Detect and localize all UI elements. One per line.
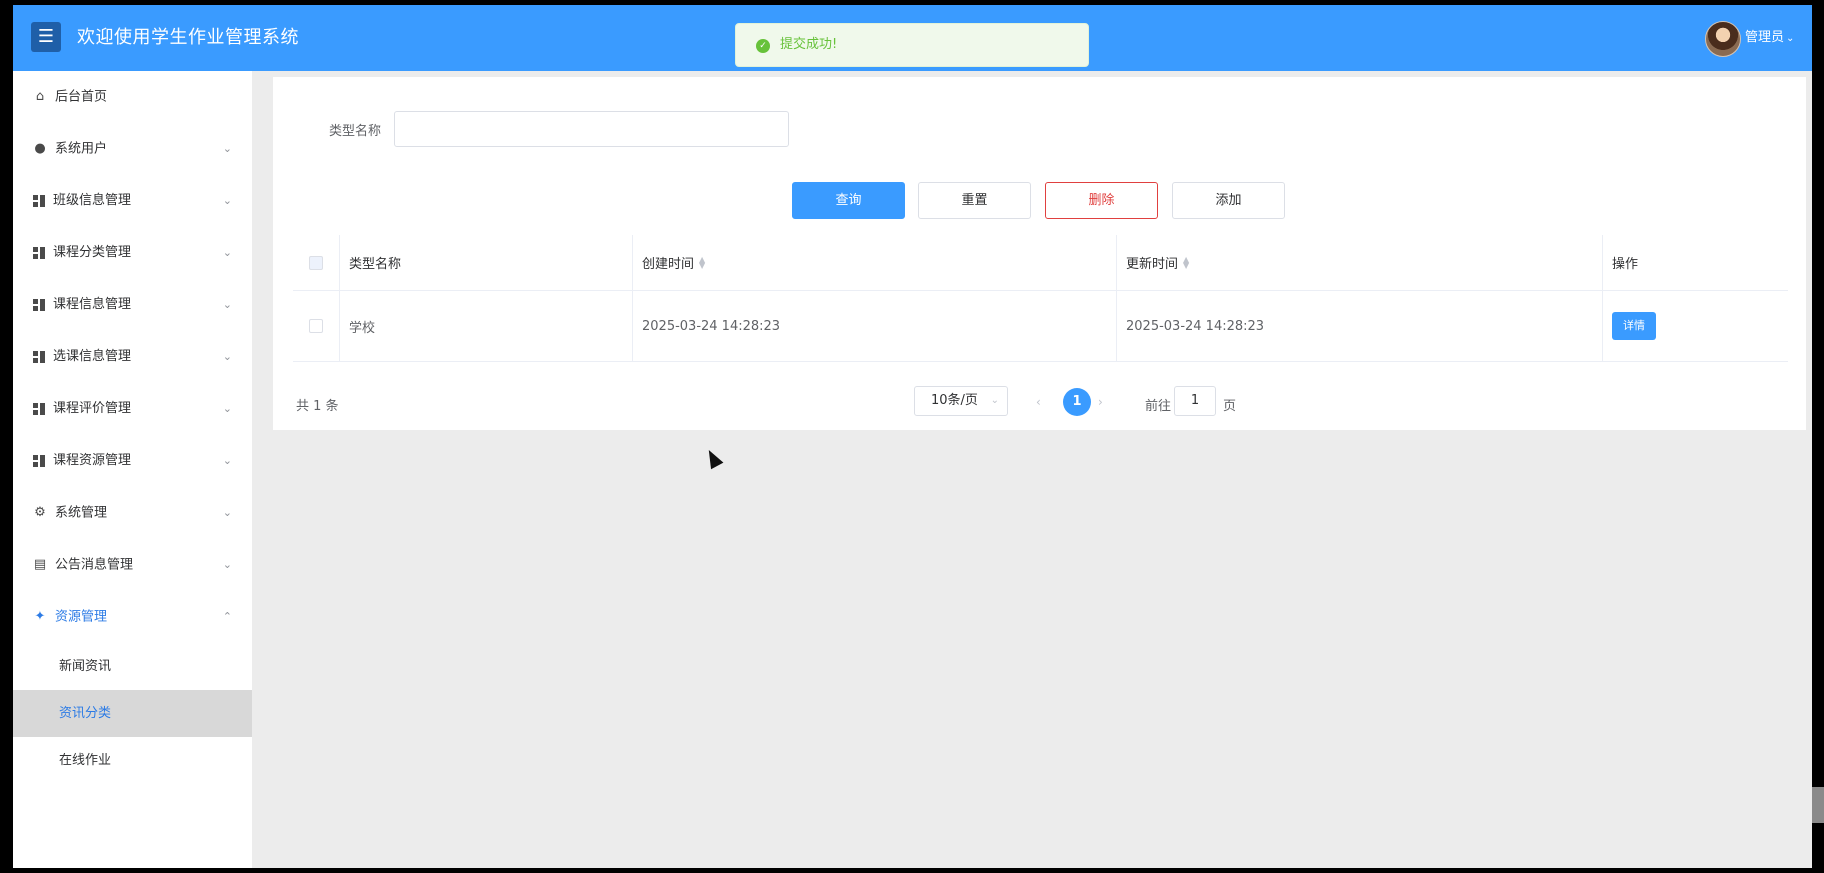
column-header-name: 类型名称 xyxy=(340,235,633,290)
compass-icon: ✦ xyxy=(34,609,46,624)
sidebar-item-class-info[interactable]: 班级信息管理 ⌄ xyxy=(13,175,252,227)
page-number-current[interactable]: 1 xyxy=(1063,388,1091,416)
user-menu[interactable]: 管理员 ⌄ xyxy=(1745,5,1794,72)
grid-icon xyxy=(33,298,45,311)
sidebar: ⌂ 后台首页 ● 系统用户 ⌄ 班级信息管理 ⌄ 课程分类管理 ⌄ 课程信息管理 ⌄… xyxy=(13,71,252,868)
query-button[interactable]: 查询 xyxy=(792,182,905,219)
goto-page-input[interactable]: 1 xyxy=(1174,386,1216,416)
grid-icon xyxy=(33,246,45,259)
sidebar-item-label: 公告消息管理 xyxy=(55,557,134,573)
header-checkbox-cell xyxy=(293,235,340,290)
sidebar-subitem-news-category[interactable]: 资讯分类 xyxy=(13,690,252,737)
chevron-down-icon: ⌄ xyxy=(222,298,232,311)
sidebar-item-course-resources[interactable]: 课程资源管理 ⌄ xyxy=(13,435,252,487)
menu-toggle-icon[interactable]: ☰ xyxy=(31,22,61,52)
table-header-row: 类型名称 创建时间 ▲ ▼ 更新时间 ▲ ▼ 操作 xyxy=(293,235,1788,291)
avatar[interactable] xyxy=(1705,21,1741,57)
chevron-down-icon: ⌄ xyxy=(222,402,232,415)
prev-page-icon[interactable]: ‹ xyxy=(1036,395,1041,409)
user-name: 管理员 xyxy=(1745,30,1785,45)
sidebar-item-label: 系统管理 xyxy=(55,505,108,521)
column-header-created[interactable]: 创建时间 ▲ ▼ xyxy=(633,235,1117,290)
data-table: 类型名称 创建时间 ▲ ▼ 更新时间 ▲ ▼ 操作 学校 2025-03-24 14:2… xyxy=(293,235,1788,362)
sidebar-item-label: 班级信息管理 xyxy=(53,193,132,208)
sidebar-item-resource-management[interactable]: ✦ 资源管理 ⌃ xyxy=(13,591,252,643)
goto-label: 前往 xyxy=(1145,399,1172,414)
sort-icon[interactable]: ▲ ▼ xyxy=(699,255,705,269)
sidebar-item-label: 系统用户 xyxy=(55,141,108,157)
sidebar-item-system-management[interactable]: ⚙ 系统管理 ⌄ xyxy=(13,487,252,539)
app-window: ☰ 欢迎使用学生作业管理系统 管理员 ⌄ ✓ 提交成功! ⌂ 后台首页 ● 系统用户 … xyxy=(13,5,1812,868)
column-header-actions: 操作 xyxy=(1612,257,1639,272)
sidebar-subitem-online-homework[interactable]: 在线作业 xyxy=(13,737,252,784)
sidebar-item-announcements[interactable]: ▤ 公告消息管理 ⌄ xyxy=(13,539,252,591)
sidebar-item-home[interactable]: ⌂ 后台首页 xyxy=(13,71,252,123)
type-name-input[interactable] xyxy=(394,111,789,147)
sidebar-item-course-category[interactable]: 课程分类管理 ⌄ xyxy=(13,227,252,279)
reset-button[interactable]: 重置 xyxy=(918,182,1031,219)
app-title: 欢迎使用学生作业管理系统 xyxy=(77,27,299,48)
sidebar-item-label: 课程信息管理 xyxy=(53,297,132,312)
content-panel: 类型名称 查询 重置 删除 添加 类型名称 创建时间 ▲ ▼ 更新时间 ▲ ▼ 操作 学… xyxy=(273,77,1806,430)
chevron-down-icon: ⌄ xyxy=(222,246,232,259)
row-checkbox[interactable] xyxy=(309,319,323,333)
chevron-down-icon: ⌄ xyxy=(222,506,232,519)
chevron-down-icon: ⌄ xyxy=(222,350,232,363)
sort-icon[interactable]: ▲ ▼ xyxy=(1183,255,1189,269)
search-label: 类型名称 xyxy=(329,124,382,139)
toast-message: 提交成功! xyxy=(780,37,838,52)
sidebar-item-label: 后台首页 xyxy=(55,89,108,105)
chevron-up-icon: ⌃ xyxy=(222,610,232,623)
mouse-cursor-icon xyxy=(702,446,724,470)
sidebar-item-label: 资源管理 xyxy=(55,609,108,625)
cell-actions: 详情 xyxy=(1603,291,1788,361)
select-all-checkbox[interactable] xyxy=(309,255,323,270)
add-button[interactable]: 添加 xyxy=(1172,182,1285,219)
success-toast: ✓ 提交成功! xyxy=(735,23,1089,67)
sidebar-item-label: 选课信息管理 xyxy=(53,349,132,364)
column-header-label: 更新时间 xyxy=(1126,257,1179,272)
page-size-value: 10条/页 xyxy=(931,393,978,408)
document-icon: ▤ xyxy=(33,557,47,572)
sidebar-item-label: 课程资源管理 xyxy=(53,453,132,468)
chevron-down-icon: ⌄ xyxy=(990,395,999,406)
home-icon: ⌂ xyxy=(35,89,45,104)
sidebar-item-course-info[interactable]: 课程信息管理 ⌄ xyxy=(13,279,252,331)
detail-button[interactable]: 详情 xyxy=(1612,312,1656,340)
success-check-icon: ✓ xyxy=(756,39,770,53)
column-header-updated[interactable]: 更新时间 ▲ ▼ xyxy=(1117,235,1603,290)
grid-icon xyxy=(33,194,45,207)
total-count: 共 1 条 xyxy=(296,399,339,414)
sidebar-item-course-review[interactable]: 课程评价管理 ⌄ xyxy=(13,383,252,435)
cell-updated: 2025-03-24 14:28:23 xyxy=(1117,291,1603,361)
chevron-down-icon: ⌄ xyxy=(222,454,232,467)
chevron-down-icon: ⌄ xyxy=(222,558,232,571)
grid-icon xyxy=(33,454,45,467)
chevron-down-icon: ⌄ xyxy=(1786,33,1795,44)
scrollbar[interactable] xyxy=(1812,787,1824,823)
cell-name: 学校 xyxy=(340,291,633,361)
row-checkbox-cell xyxy=(293,291,340,361)
gear-icon: ⚙ xyxy=(34,505,46,520)
grid-icon xyxy=(33,402,45,415)
cell-created: 2025-03-24 14:28:23 xyxy=(633,291,1117,361)
sidebar-item-label: 课程评价管理 xyxy=(53,401,132,416)
grid-icon xyxy=(33,350,45,363)
user-icon: ● xyxy=(34,141,46,156)
chevron-down-icon: ⌄ xyxy=(222,142,232,155)
column-header-label: 创建时间 xyxy=(642,257,695,272)
delete-button[interactable]: 删除 xyxy=(1045,182,1158,219)
table-row: 学校 2025-03-24 14:28:23 2025-03-24 14:28:… xyxy=(293,291,1788,362)
sidebar-item-label: 课程分类管理 xyxy=(53,245,132,260)
sidebar-subitem-news[interactable]: 新闻资讯 xyxy=(13,643,252,690)
sidebar-item-system-users[interactable]: ● 系统用户 ⌄ xyxy=(13,123,252,175)
page-size-select[interactable]: 10条/页 ⌄ xyxy=(914,386,1008,416)
sidebar-item-course-selection[interactable]: 选课信息管理 ⌄ xyxy=(13,331,252,383)
goto-suffix: 页 xyxy=(1223,399,1237,414)
next-page-icon[interactable]: › xyxy=(1098,395,1103,409)
chevron-down-icon: ⌄ xyxy=(222,194,232,207)
